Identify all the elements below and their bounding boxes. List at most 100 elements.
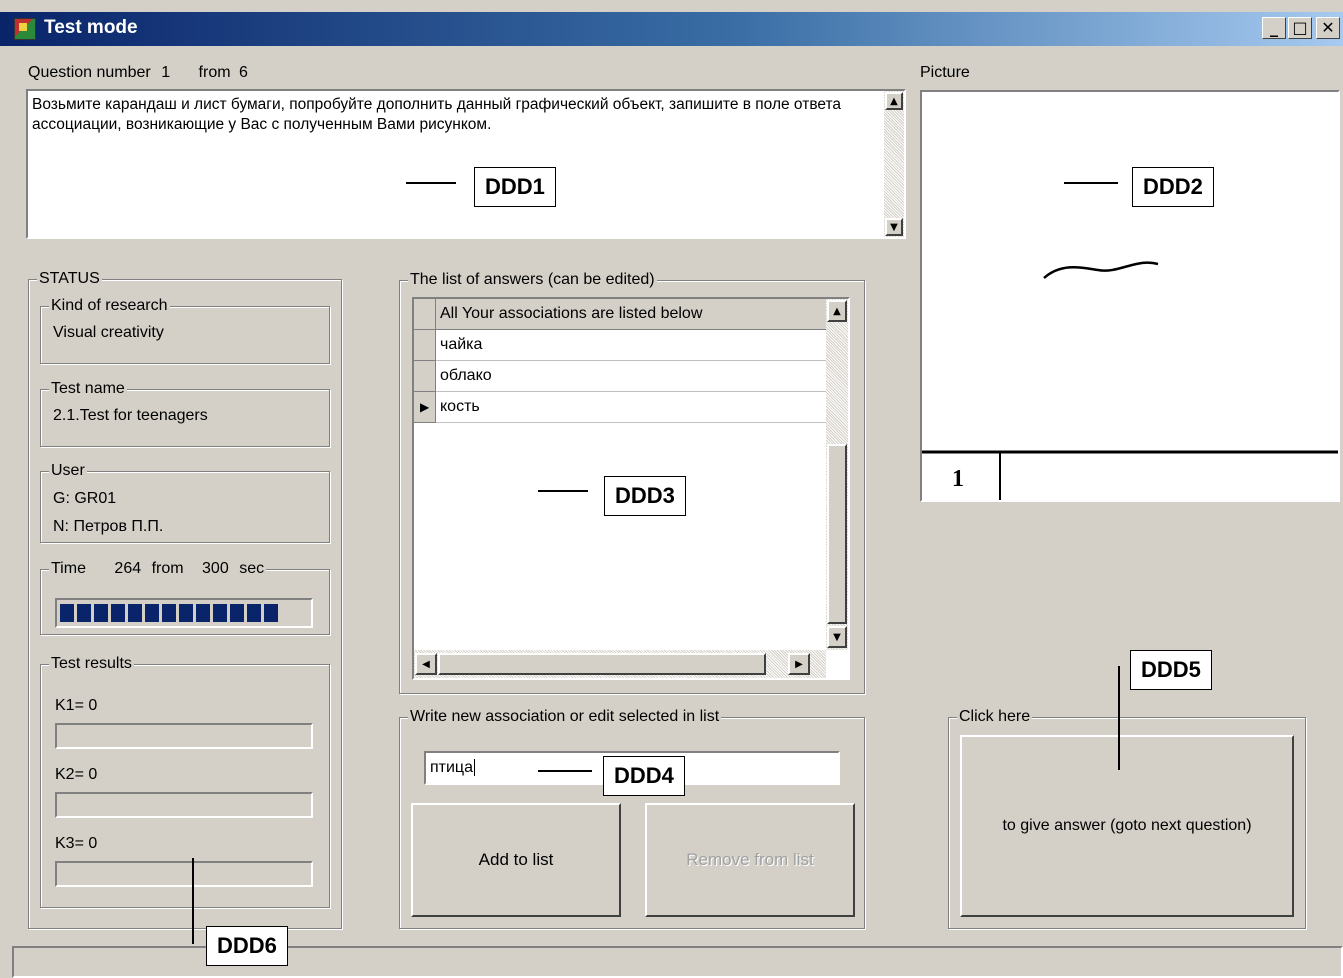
k1-line: K1= 0 [55,697,97,715]
progress-cell [179,604,193,622]
answers-hscroll[interactable]: ◀ ▶ [414,650,826,678]
research-box: Kind of research Visual creativity [40,297,330,364]
time-label: Time [51,560,86,577]
k3-label: K3= [55,835,84,852]
annotation-ddd4: DDD4 [603,756,685,796]
window-title: Test mode [44,17,138,38]
answers-header-row: All Your associations are listed below [414,299,826,330]
progress-cell [230,604,244,622]
give-answer-button[interactable]: to give answer (goto next question) [960,735,1294,917]
answers-vscroll[interactable]: ▲ ▼ [826,299,848,650]
test-name-value: 2.1.Test for teenagers [53,407,208,424]
click-here-label: Click here [957,708,1033,726]
annotation-ddd5: DDD5 [1130,650,1212,690]
add-to-list-button[interactable]: Add to list [411,803,621,917]
k2-progress-bar [55,792,313,818]
time-from-label: from [151,560,184,577]
new-association-label: Write new association or edit selected i… [408,708,722,726]
answers-scroll-right-icon[interactable]: ▶ [788,653,810,675]
progress-cell [264,604,278,622]
test-results-box: Test results K1= 0 K2= 0 K3= 0 [40,655,330,908]
k3-value: 0 [88,835,98,852]
row-header[interactable] [414,361,436,392]
k2-line: K2= 0 [55,766,97,784]
progress-cell [128,604,142,622]
k2-label: K2= [55,766,84,783]
user-group: G: GR01 [53,490,117,507]
question-scrollbar[interactable]: ▲ ▼ [884,91,904,237]
picture-caption-number: 1 [952,466,964,492]
test-name-box: Test name 2.1.Test for teenagers [40,380,330,447]
progress-cell [94,604,108,622]
sketch-stroke [1043,261,1159,279]
annotation-ddd6: DDD6 [206,926,288,966]
answers-header: All Your associations are listed below [440,305,703,322]
answers-vscroll-thumb[interactable] [827,444,847,624]
user-box: User G: GR01 N: Петров П.П. [40,462,330,543]
answers-group-label: The list of answers (can be edited) [408,271,657,289]
header-corner [414,299,436,329]
answer-row[interactable]: кость [436,392,826,423]
title-bar: Test mode _ □ ✕ [0,12,1343,46]
time-legend: Time 264 from 300 sec [49,560,267,578]
row-header[interactable]: ▶ [414,392,436,423]
research-label: Kind of research [49,297,170,315]
picture-image [922,261,1338,500]
annotation-leader-3 [538,490,588,492]
row-pointer-icon: ▶ [420,400,430,414]
question-number-line: Question number 1 from 6 [28,64,248,82]
status-group-label: STATUS [37,270,102,288]
question-text-area[interactable]: Возьмите карандаш и лист бумаги, попробу… [26,89,906,239]
question-number-label: Question number [28,64,151,81]
time-progress-bar [55,598,313,628]
answers-scroll-left-icon[interactable]: ◀ [415,653,437,675]
answers-scroll-down-icon[interactable]: ▼ [827,626,847,648]
answer-row[interactable]: чайка [436,330,826,361]
question-text: Возьмите карандаш и лист бумаги, попробу… [32,96,842,133]
progress-cell [162,604,176,622]
answers-hscroll-thumb[interactable] [438,653,766,675]
question-number: 1 [161,64,171,81]
annotation-leader-4 [538,770,592,772]
k3-progress-bar [55,861,313,887]
progress-cell [77,604,91,622]
annotation-ddd1: DDD1 [474,167,556,207]
annotation-ddd2: DDD2 [1132,167,1214,207]
annotation-leader-1 [406,182,456,184]
progress-cell [111,604,125,622]
question-total: 6 [239,64,248,81]
time-current: 264 [114,560,142,577]
answer-row[interactable]: облако [436,361,826,392]
k1-progress-bar [55,723,313,749]
k1-label: K1= [55,697,84,714]
k3-line: K3= 0 [55,835,97,853]
maximize-icon[interactable]: □ [1288,17,1312,39]
user-name: N: Петров П.П. [53,518,164,535]
picture-label: Picture [920,64,970,81]
k2-value: 0 [88,766,98,783]
user-label: User [49,462,87,480]
annotation-leader-5 [1118,666,1120,770]
scroll-down-icon[interactable]: ▼ [885,218,903,236]
annotation-leader-2 [1064,182,1118,184]
scroll-up-icon[interactable]: ▲ [885,92,903,110]
progress-cell [213,604,227,622]
research-value: Visual creativity [53,324,164,341]
row-header[interactable] [414,330,436,361]
remove-from-list-button[interactable]: Remove from list [645,803,855,917]
answers-scroll-up-icon[interactable]: ▲ [827,300,847,322]
time-max: 300 [202,560,229,577]
association-input-value: птица [430,759,473,776]
progress-cell [247,604,261,622]
app-icon [14,18,36,40]
progress-cell [196,604,210,622]
time-box: Time 264 from 300 sec [40,560,330,635]
question-from-label: from [198,64,231,81]
progress-cell [145,604,159,622]
minimize-icon[interactable]: _ [1262,17,1286,39]
test-results-label: Test results [49,655,134,673]
k1-value: 0 [88,697,98,714]
picture-frame: 1 [920,90,1340,502]
annotation-leader-6 [192,858,194,944]
close-icon[interactable]: ✕ [1316,17,1340,39]
